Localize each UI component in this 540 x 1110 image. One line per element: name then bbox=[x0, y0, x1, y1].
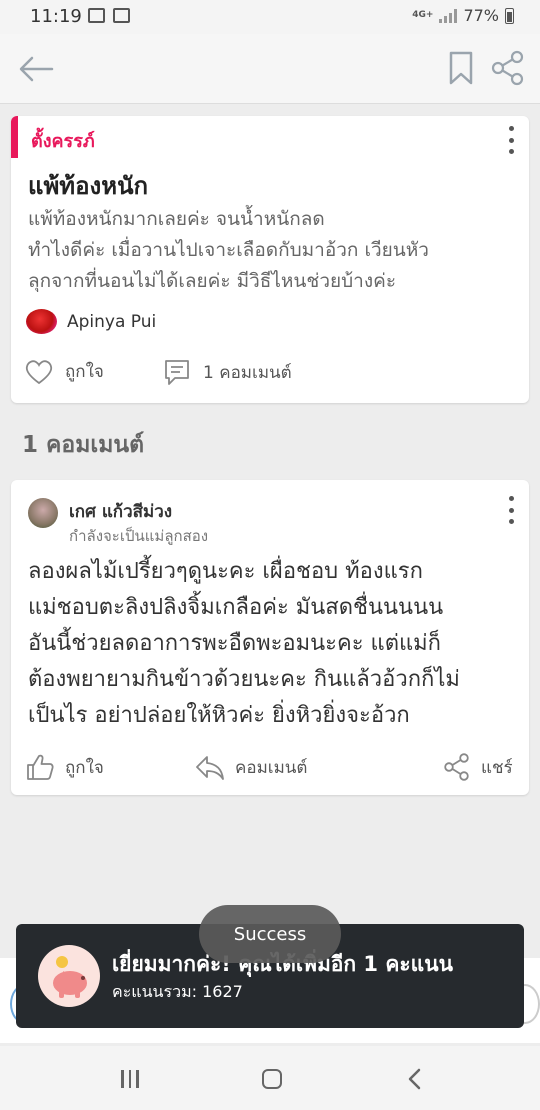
comment-share-button[interactable]: แชร์ bbox=[443, 753, 513, 781]
bookmark-icon bbox=[449, 51, 473, 85]
more-vert-icon bbox=[508, 126, 514, 131]
commenter-subtitle: กำลังจะเป็นแม่ลูกสอง bbox=[69, 527, 209, 545]
status-time: 11:19 bbox=[30, 6, 82, 27]
home-button[interactable] bbox=[262, 1069, 282, 1089]
commenter-name[interactable]: เกศ แก้วสีม่วง bbox=[69, 498, 172, 525]
share-icon bbox=[444, 753, 469, 781]
post-comment-button[interactable]: 1 คอมเมนต์ bbox=[163, 358, 292, 386]
more-vert-icon bbox=[508, 496, 514, 501]
battery-icon bbox=[505, 7, 514, 24]
comment-like-button[interactable]: ถูกใจ bbox=[25, 753, 104, 781]
system-back-button[interactable] bbox=[404, 1068, 426, 1090]
system-nav-bar bbox=[0, 1046, 540, 1110]
like-label: ถูกใจ bbox=[65, 362, 104, 382]
comment-icon bbox=[165, 360, 189, 385]
thumbs-up-icon bbox=[27, 754, 54, 780]
share-button[interactable] bbox=[490, 50, 526, 86]
banner-subtitle: คะแนนรวม: 1627 bbox=[112, 982, 243, 1001]
comment-reply-label: คอมเมนต์ bbox=[235, 757, 308, 778]
app-notification-icon bbox=[113, 8, 130, 23]
comment-card: เกศ แก้วสีม่วง กำลังจะเป็นแม่ลูกสอง ลองผ… bbox=[11, 480, 529, 795]
comment-like-label: ถูกใจ bbox=[65, 757, 104, 778]
status-system-icons: 4G+ 77% bbox=[412, 6, 514, 25]
comment-count-label: 1 คอมเมนต์ bbox=[203, 362, 292, 383]
comment-reply-button[interactable]: คอมเมนต์ bbox=[195, 753, 307, 781]
post-tag[interactable]: ตั้งครรภ์ bbox=[31, 126, 95, 155]
reply-icon bbox=[196, 756, 224, 780]
status-notification-icons bbox=[88, 8, 130, 23]
tag-accent-bar bbox=[11, 116, 18, 158]
battery-percent: 77% bbox=[463, 6, 499, 25]
post-card: ตั้งครรภ์ แพ้ท้องหนัก แพ้ท้องหนักมากเลยค… bbox=[11, 116, 529, 403]
app-bar bbox=[0, 34, 540, 104]
network-type: 4G+ bbox=[412, 10, 434, 20]
share-icon bbox=[491, 50, 524, 86]
post-like-button[interactable]: ถูกใจ bbox=[25, 358, 104, 385]
post-author[interactable]: Apinya Pui bbox=[26, 309, 156, 334]
chevron-left-icon bbox=[408, 1068, 421, 1090]
commenter-avatar[interactable] bbox=[28, 498, 58, 528]
back-arrow-icon bbox=[19, 56, 54, 82]
post-body: แพ้ท้องหนักมากเลยค่ะ จนน้ำหนักลด ทำไงดีค… bbox=[28, 208, 429, 292]
piggy-bank-icon bbox=[38, 945, 100, 1007]
post-more-button[interactable] bbox=[505, 126, 517, 154]
avatar bbox=[26, 309, 57, 334]
status-bar: 11:19 4G+ 77% bbox=[0, 0, 540, 34]
comment-more-button[interactable] bbox=[505, 496, 517, 524]
comments-header: 1 คอมเมนต์ bbox=[22, 432, 145, 458]
recents-button[interactable] bbox=[121, 1070, 139, 1088]
heart-icon bbox=[25, 359, 53, 384]
post-title: แพ้ท้องหนัก bbox=[28, 172, 148, 200]
back-button[interactable] bbox=[18, 54, 54, 84]
comment-body: ลองผลไม้เปรี้ยวๆดูนะคะ เผื่อชอบ ท้องแรก … bbox=[28, 559, 460, 728]
gallery-notification-icon bbox=[88, 8, 105, 23]
success-toast: Success bbox=[199, 905, 341, 963]
comment-share-label: แชร์ bbox=[481, 757, 513, 778]
author-name: Apinya Pui bbox=[67, 311, 157, 332]
signal-icon bbox=[439, 8, 458, 23]
bookmark-button[interactable] bbox=[446, 50, 476, 86]
